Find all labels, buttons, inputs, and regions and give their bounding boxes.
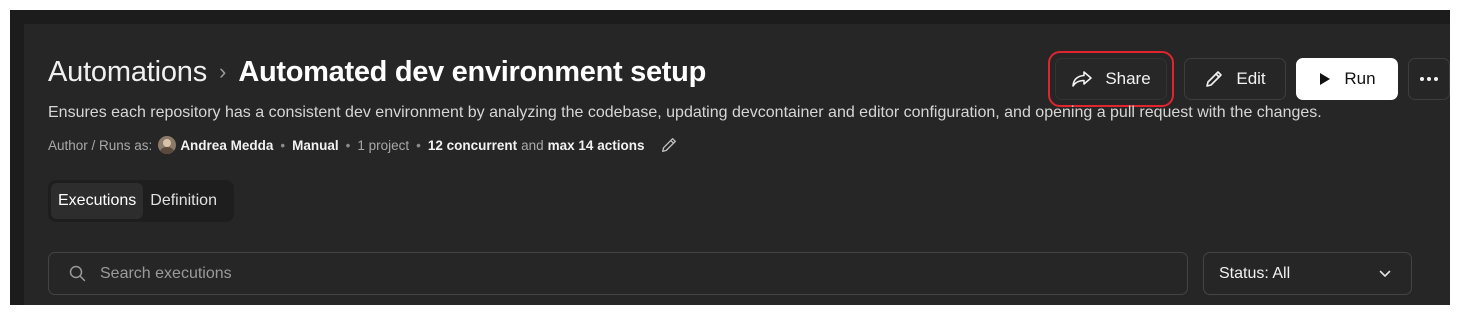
play-icon bbox=[1318, 72, 1332, 86]
share-icon bbox=[1071, 70, 1093, 88]
trigger-type: Manual bbox=[292, 137, 339, 153]
automation-meta: Author / Runs as: Andrea Medda • Manual … bbox=[48, 135, 678, 155]
and-text: and bbox=[521, 137, 544, 153]
search-placeholder: Search executions bbox=[100, 264, 232, 282]
breadcrumb-separator: › bbox=[219, 59, 227, 84]
project-count: 1 project bbox=[357, 137, 410, 153]
meta-separator: • bbox=[416, 137, 421, 153]
run-button[interactable]: Run bbox=[1296, 58, 1398, 100]
max-actions: max 14 actions bbox=[547, 137, 645, 153]
status-filter-value: Status: All bbox=[1219, 264, 1291, 282]
breadcrumb: Automations › Automated dev environment … bbox=[48, 52, 706, 92]
meta-separator: • bbox=[280, 137, 286, 153]
pencil-icon bbox=[1204, 69, 1224, 89]
meta-separator: • bbox=[345, 137, 351, 153]
action-toolbar: Share Edit Run bbox=[1048, 51, 1450, 107]
automation-description: Ensures each repository has a consistent… bbox=[48, 104, 1322, 121]
view-tabs: Executions Definition bbox=[48, 180, 234, 222]
page-title: Automated dev environment setup bbox=[238, 55, 706, 88]
edit-settings-icon[interactable] bbox=[660, 136, 678, 154]
more-horizontal-icon bbox=[1419, 76, 1439, 82]
author-label: Author / Runs as: bbox=[48, 137, 153, 153]
status-filter-select[interactable]: Status: All bbox=[1203, 252, 1412, 295]
search-input[interactable]: Search executions bbox=[48, 252, 1188, 295]
concurrency-limit: 12 concurrent bbox=[427, 137, 518, 153]
automation-panel: Automations › Automated dev environment … bbox=[10, 10, 1450, 305]
author-name[interactable]: Andrea Medda bbox=[180, 138, 273, 153]
search-icon bbox=[69, 265, 86, 282]
share-highlight: Share bbox=[1048, 51, 1174, 107]
more-options-button[interactable] bbox=[1408, 58, 1450, 100]
tab-executions[interactable]: Executions bbox=[51, 183, 144, 219]
run-label: Run bbox=[1344, 69, 1376, 88]
avatar bbox=[158, 136, 177, 154]
edit-button[interactable]: Edit bbox=[1184, 58, 1286, 100]
edit-label: Edit bbox=[1236, 69, 1266, 88]
automation-content: Automations › Automated dev environment … bbox=[48, 24, 1450, 305]
share-label: Share bbox=[1105, 69, 1151, 88]
breadcrumb-automations-link[interactable]: Automations bbox=[48, 56, 207, 89]
share-button[interactable]: Share bbox=[1055, 58, 1167, 100]
chevron-down-icon bbox=[1379, 270, 1391, 278]
tab-definition[interactable]: Definition bbox=[143, 183, 224, 219]
